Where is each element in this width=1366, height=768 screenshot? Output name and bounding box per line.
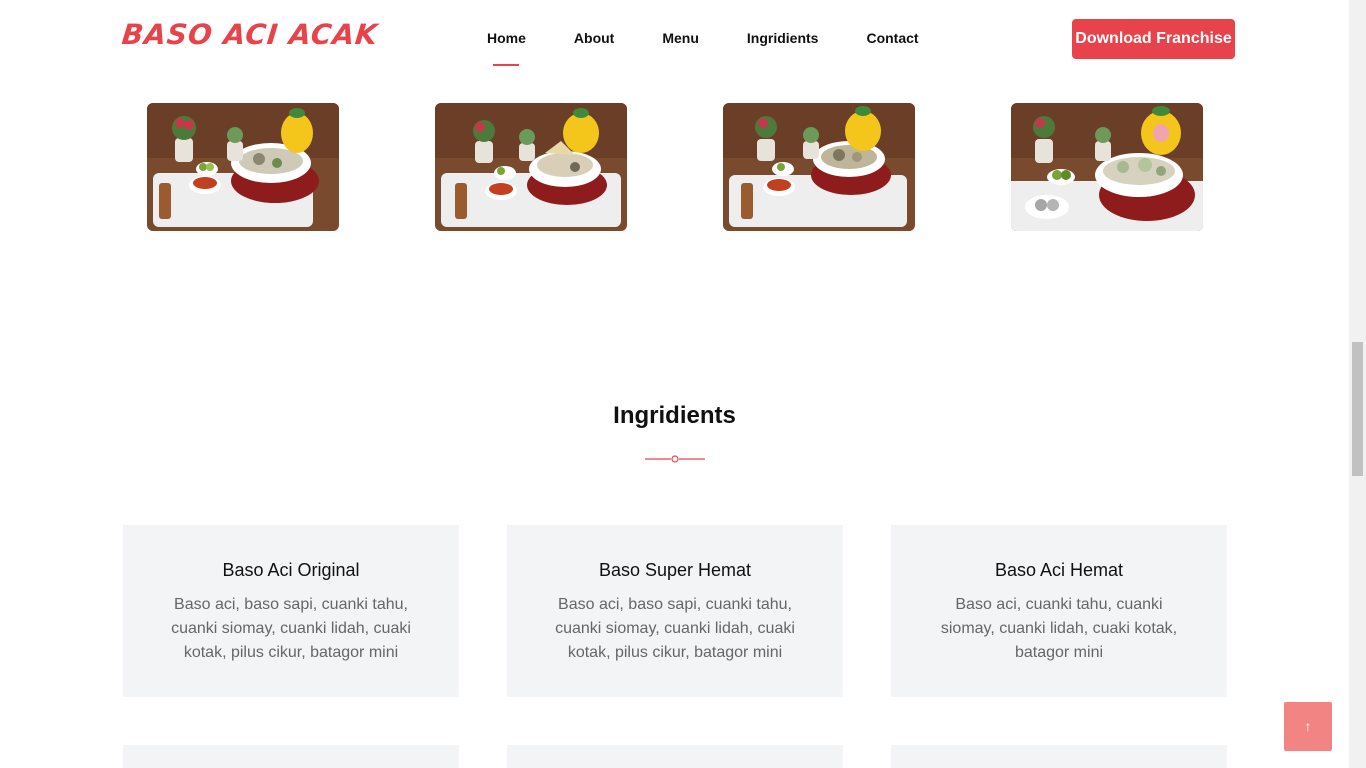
back-to-top-button[interactable]: ↑ [1284,702,1332,751]
ingredient-card [507,745,843,768]
card-description: Baso aci, cuanki tahu, cuanki siomay, cu… [940,596,1178,661]
ingredient-card: Baso Aci Hemat Baso aci, cuanki tahu, cu… [891,525,1227,697]
nav-home[interactable]: Home [487,0,526,78]
nav-contact[interactable]: Contact [866,0,918,78]
card-description: Baso aci, baso sapi, cuanki tahu, cuanki… [555,596,795,661]
section-title-ingridients: Ingridients [613,402,736,429]
title-divider [645,455,705,463]
ingredient-card [123,745,459,768]
dish-photo [147,103,339,231]
dish-photo [723,103,915,231]
card-title: Baso Aci Hemat [994,560,1124,580]
page-scrollbar[interactable] [1349,0,1366,768]
nav-ingridients[interactable]: Ingridients [747,0,819,78]
scrollbar-thumb[interactable] [1352,342,1363,476]
ingredient-card [891,745,1227,768]
site-logo[interactable]: BASO ACI ACAK [120,18,379,51]
card-title: Baso Super Hemat [598,560,752,580]
dish-photo [1011,103,1203,231]
nav-about[interactable]: About [574,0,614,78]
card-title: Baso Aci Original [222,560,360,580]
nav-menu[interactable]: Menu [662,0,699,78]
download-franchise-button[interactable]: Download Franchise [1072,19,1235,59]
main-nav: Home About Menu Ingridients Contact [487,0,967,78]
gallery-image-2[interactable] [435,103,627,231]
dish-photo [435,103,627,231]
gallery-image-1[interactable] [147,103,339,231]
arrow-up-icon: ↑ [1304,718,1312,734]
site-header: BASO ACI ACAK Home About Menu Ingridient… [0,0,1349,78]
card-description: Baso aci, baso sapi, cuanki tahu, cuanki… [171,596,411,661]
gallery-image-4[interactable] [1011,103,1203,231]
gallery-image-3[interactable] [723,103,915,231]
ingredient-card: Baso Aci Original Baso aci, baso sapi, c… [123,525,459,697]
ingredient-card: Baso Super Hemat Baso aci, baso sapi, cu… [507,525,843,697]
